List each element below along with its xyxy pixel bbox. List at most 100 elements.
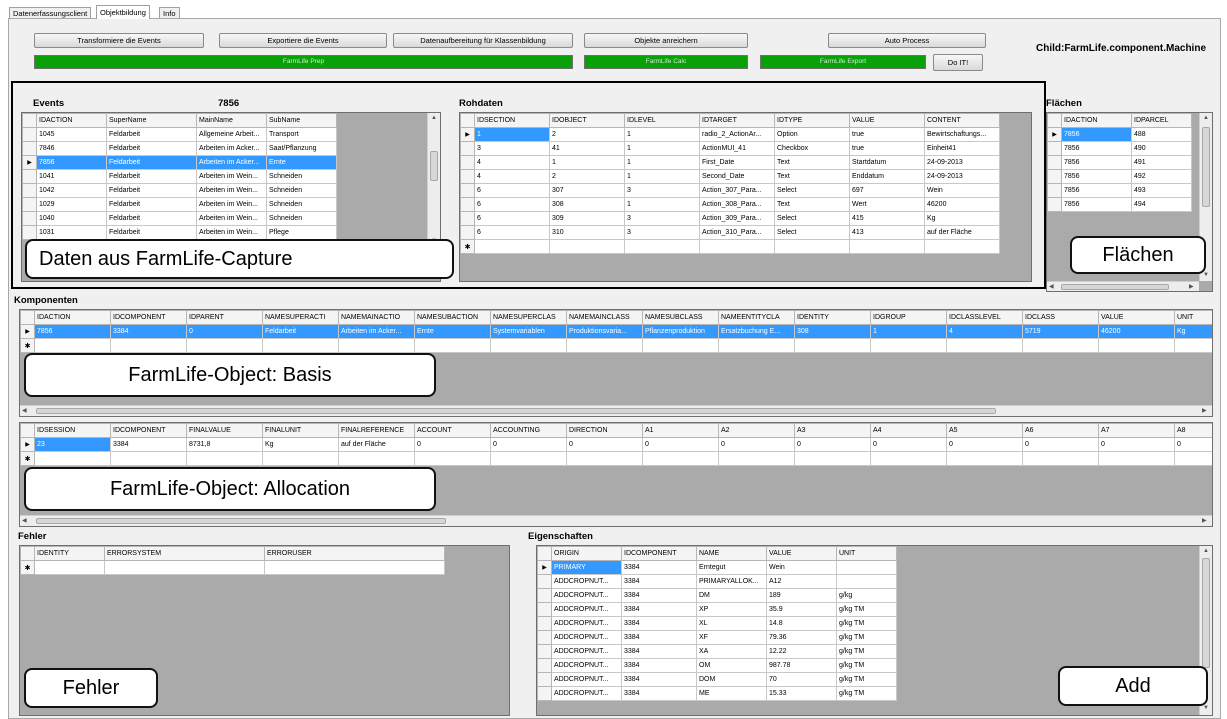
- table-cell[interactable]: [624, 239, 700, 254]
- row-header[interactable]: [460, 183, 475, 198]
- table-row[interactable]: 1031 Feldarbeit Arbeiten im Wein... Pflege: [22, 225, 337, 240]
- table-cell[interactable]: 3384: [621, 560, 697, 575]
- table-cell[interactable]: 2: [549, 127, 625, 142]
- table-cell[interactable]: 0: [870, 437, 947, 452]
- column-header[interactable]: IDSECTION: [474, 113, 550, 128]
- table-cell[interactable]: 14.8: [766, 616, 837, 631]
- table-cell[interactable]: 4: [474, 169, 550, 184]
- table-cell[interactable]: [34, 451, 111, 466]
- column-header[interactable]: ERRORSYSTEM: [104, 546, 265, 561]
- table-cell[interactable]: Pflanzenproduktion: [642, 324, 719, 339]
- column-header[interactable]: IDGROUP: [870, 310, 947, 325]
- column-header[interactable]: NAMESUBACTION: [414, 310, 491, 325]
- table-cell[interactable]: [924, 239, 1000, 254]
- table-cell[interactable]: 6: [474, 211, 550, 226]
- table-cell[interactable]: Feldarbeit: [106, 155, 197, 170]
- column-header[interactable]: A8: [1174, 423, 1212, 438]
- table-row[interactable]: 7856 490: [1047, 141, 1192, 156]
- table-cell[interactable]: Arbeiten im Acker...: [196, 155, 267, 170]
- table-cell[interactable]: 491: [1131, 155, 1192, 170]
- table-cell[interactable]: 0: [1098, 437, 1175, 452]
- table-cell[interactable]: 1: [474, 127, 550, 142]
- scroll-left-icon[interactable]: ◀: [22, 407, 27, 415]
- table-cell[interactable]: 0: [490, 437, 567, 452]
- table-cell[interactable]: PRIMARYALLOK...: [696, 574, 767, 589]
- table-cell[interactable]: 0: [1022, 437, 1099, 452]
- table-cell[interactable]: [836, 560, 897, 575]
- table-row[interactable]: ▶ 1 2 1 radio_2_ActionAr... Option true Bewirts…: [460, 127, 1000, 142]
- table-cell[interactable]: 1: [624, 127, 700, 142]
- table-cell[interactable]: Erntegut: [696, 560, 767, 575]
- column-header[interactable]: IDACTION: [1061, 113, 1132, 128]
- row-header[interactable]: [537, 672, 552, 687]
- table-cell[interactable]: 5719: [1022, 324, 1099, 339]
- table-cell[interactable]: Kg: [262, 437, 339, 452]
- table-cell[interactable]: Action_308_Para...: [699, 197, 775, 212]
- table-cell[interactable]: Arbeiten im Wein...: [196, 211, 267, 226]
- table-cell[interactable]: Produktionsvaria...: [566, 324, 643, 339]
- table-cell[interactable]: 0: [642, 437, 719, 452]
- table-cell[interactable]: [104, 560, 265, 575]
- table-cell[interactable]: Allgemeine Arbeit...: [196, 127, 267, 142]
- table-cell[interactable]: [699, 239, 775, 254]
- table-cell[interactable]: 6: [474, 225, 550, 240]
- column-header[interactable]: IDENTITY: [34, 546, 105, 561]
- table-cell[interactable]: 3384: [621, 588, 697, 603]
- row-header[interactable]: [537, 658, 552, 673]
- table-cell[interactable]: [946, 451, 1023, 466]
- table-cell[interactable]: [642, 338, 719, 353]
- table-cell[interactable]: 7856: [36, 155, 107, 170]
- table-cell[interactable]: Arbeiten im Wein...: [196, 197, 267, 212]
- table-cell[interactable]: 309: [549, 211, 625, 226]
- table-row[interactable]: 1042 Feldarbeit Arbeiten im Wein... Schneid…: [22, 183, 337, 198]
- table-cell[interactable]: 415: [849, 211, 925, 226]
- table-cell[interactable]: 189: [766, 588, 837, 603]
- row-header[interactable]: [460, 225, 475, 240]
- column-header[interactable]: DIRECTION: [566, 423, 643, 438]
- table-cell[interactable]: Select: [774, 183, 850, 198]
- table-cell[interactable]: 490: [1131, 141, 1192, 156]
- row-header[interactable]: [1047, 183, 1062, 198]
- column-header[interactable]: FINALUNIT: [262, 423, 339, 438]
- table-row[interactable]: ▶ 7856 3384 0 Feldarbeit Arbeiten im Acker...…: [20, 324, 1212, 339]
- table-cell[interactable]: 1042: [36, 183, 107, 198]
- table-cell[interactable]: Ernte: [266, 155, 337, 170]
- column-header[interactable]: IDTYPE: [774, 113, 850, 128]
- column-header[interactable]: FINALVALUE: [186, 423, 263, 438]
- table-cell[interactable]: 1: [624, 169, 700, 184]
- table-cell[interactable]: Schneiden: [266, 197, 337, 212]
- column-header[interactable]: ACCOUNTING: [490, 423, 567, 438]
- table-cell[interactable]: g/kg: [836, 588, 897, 603]
- table-cell[interactable]: 7856: [1061, 155, 1132, 170]
- table-cell[interactable]: [794, 451, 871, 466]
- table-cell[interactable]: 0: [566, 437, 643, 452]
- scroll-thumb[interactable]: [430, 151, 438, 181]
- table-cell[interactable]: Action_307_Para...: [699, 183, 775, 198]
- row-header[interactable]: [22, 211, 37, 226]
- row-header[interactable]: [22, 141, 37, 156]
- table-cell[interactable]: g/kg TM: [836, 602, 897, 617]
- row-header[interactable]: ▶: [20, 437, 35, 452]
- table-row[interactable]: ADDCROPNUT... 3384 OM 987.78 g/kg TM: [537, 658, 897, 673]
- table-cell[interactable]: Checkbox: [774, 141, 850, 156]
- column-header[interactable]: A7: [1098, 423, 1175, 438]
- table-row[interactable]: ▶ 7856 Feldarbeit Arbeiten im Acker... Ernte: [22, 155, 337, 170]
- table-cell[interactable]: [870, 338, 947, 353]
- table-cell[interactable]: ADDCROPNUT...: [551, 672, 622, 687]
- table-cell[interactable]: 3384: [621, 602, 697, 617]
- table-cell[interactable]: 492: [1131, 169, 1192, 184]
- table-cell[interactable]: XA: [696, 644, 767, 659]
- table-cell[interactable]: 7856: [34, 324, 111, 339]
- table-row[interactable]: 7856 494: [1047, 197, 1192, 212]
- table-cell[interactable]: Saat/Pflanzung: [266, 141, 337, 156]
- column-header[interactable]: NAMEMAINACTIO: [338, 310, 415, 325]
- table-cell[interactable]: Action_310_Para...: [699, 225, 775, 240]
- table-row[interactable]: 1029 Feldarbeit Arbeiten im Wein... Schneid…: [22, 197, 337, 212]
- scroll-down-icon[interactable]: ▼: [1203, 271, 1209, 279]
- row-header[interactable]: [1047, 155, 1062, 170]
- table-row[interactable]: 1040 Feldarbeit Arbeiten im Wein... Schneid…: [22, 211, 337, 226]
- table-cell[interactable]: 24-09-2013: [924, 155, 1000, 170]
- column-header[interactable]: IDENTITY: [794, 310, 871, 325]
- table-cell[interactable]: ADDCROPNUT...: [551, 686, 622, 701]
- table-cell[interactable]: XL: [696, 616, 767, 631]
